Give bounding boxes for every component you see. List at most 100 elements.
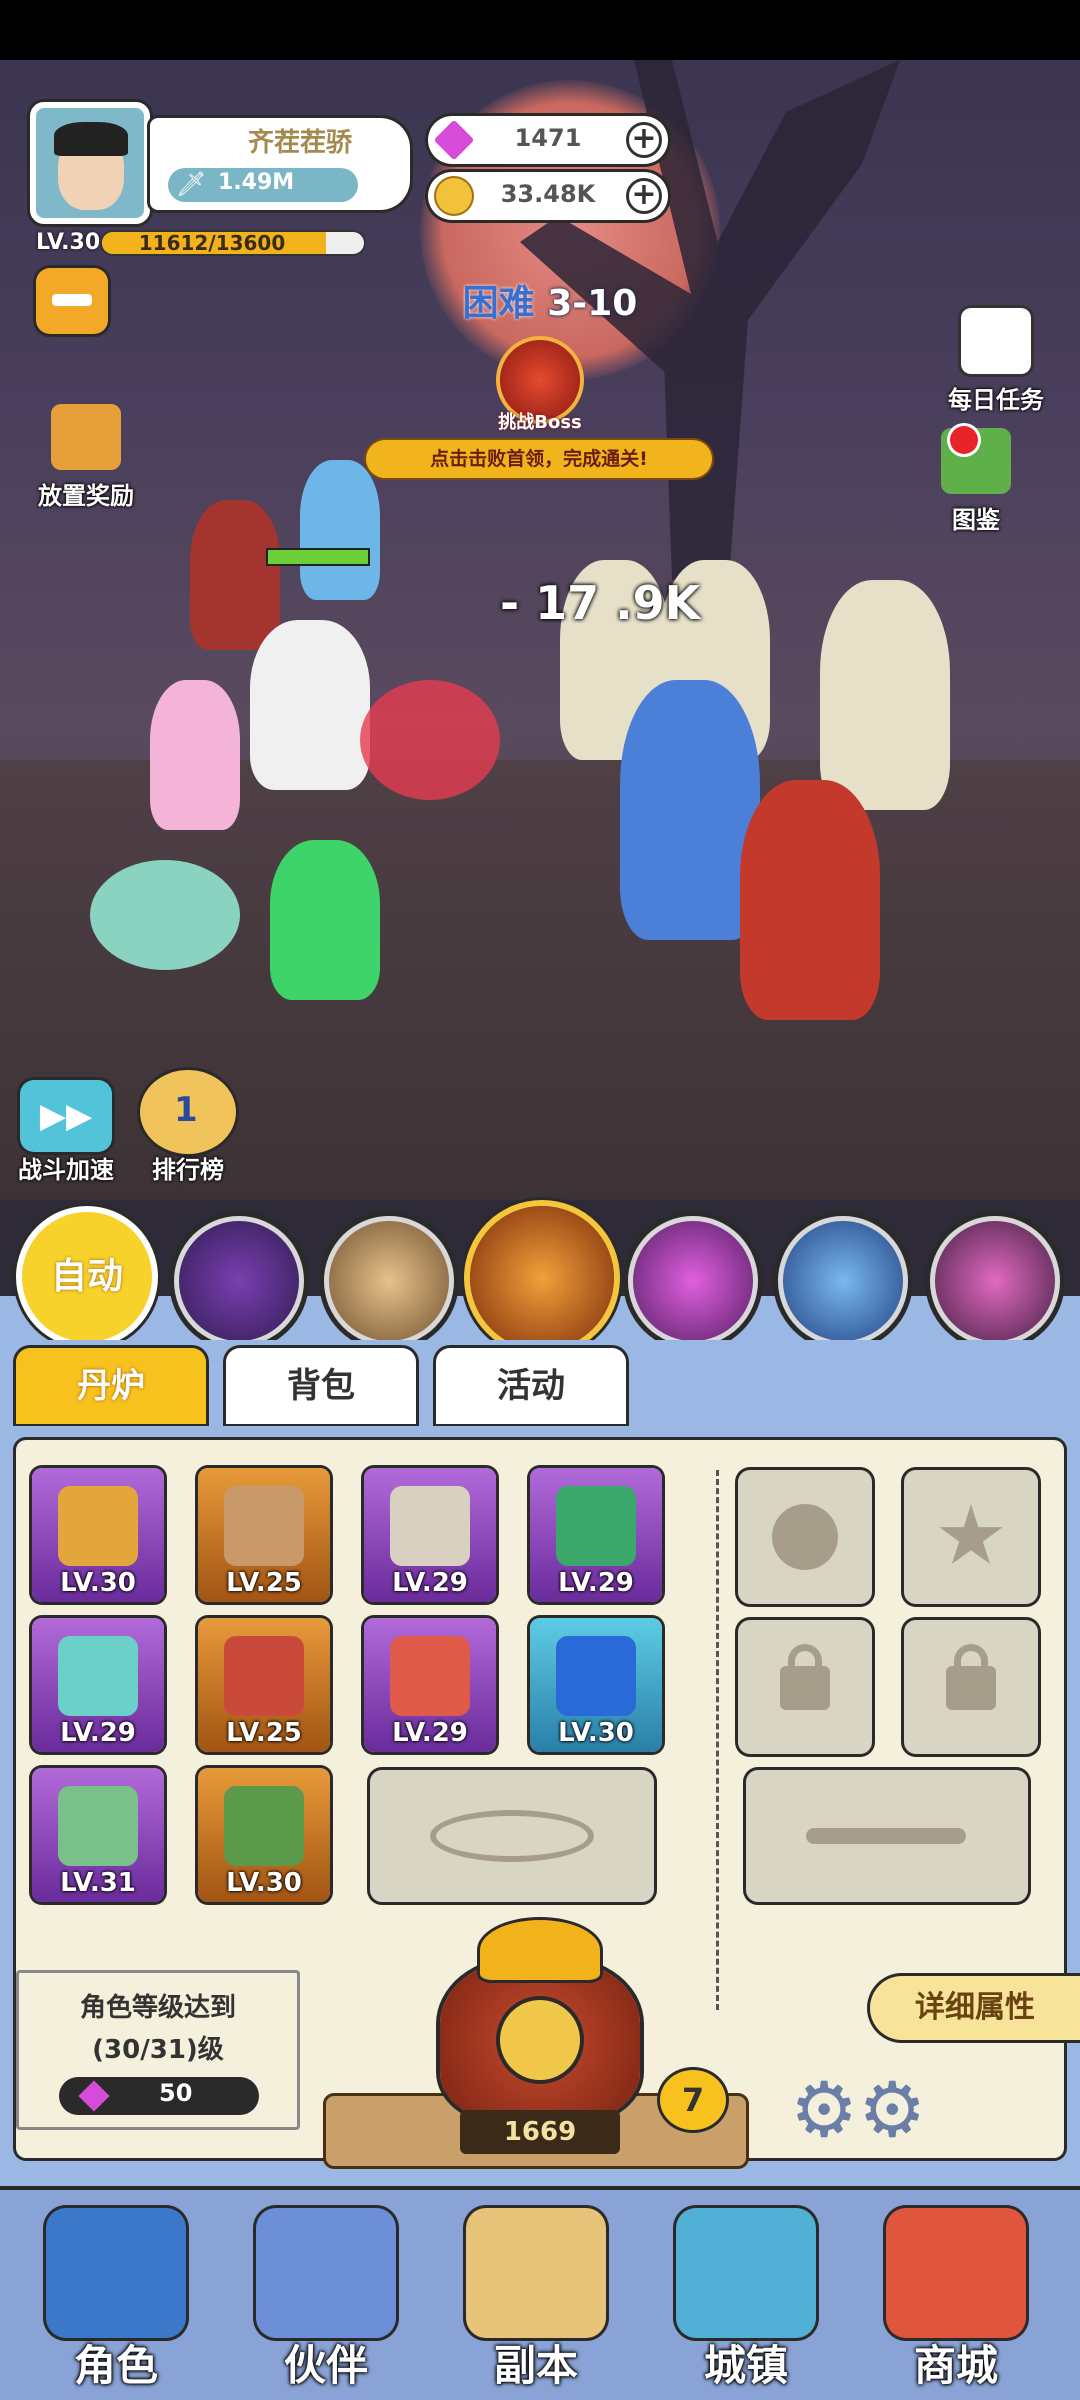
add-gems-button[interactable]: + <box>626 122 662 158</box>
codex-label: 图鉴 <box>952 506 1000 534</box>
nav-dungeon[interactable]: 副本 <box>436 2208 636 2390</box>
skill-vortex-icon[interactable] <box>174 1216 304 1346</box>
scroll-icon <box>224 1486 304 1566</box>
lock-body <box>780 1666 830 1710</box>
unlock-line-2: (30/31)级 <box>92 2035 224 2065</box>
spear-icon <box>58 1486 138 1566</box>
equipment-slot[interactable]: LV.30 <box>32 1468 164 1602</box>
tab-events[interactable]: 活动 <box>436 1348 626 1424</box>
dragon-orb-icon <box>556 1486 636 1566</box>
xp-bar: 11612/13600 <box>102 232 364 254</box>
emblem-icon <box>772 1504 838 1570</box>
nav-label: 伙伴 <box>283 2341 368 2390</box>
ground-decoration <box>0 760 1080 1260</box>
nav-label: 商城 <box>913 2341 998 2390</box>
add-coins-button[interactable]: + <box>626 178 662 214</box>
idle-reward-button[interactable]: 放置奖励 <box>26 404 146 511</box>
equipment-slot[interactable]: LV.29 <box>364 1468 496 1602</box>
stage-hint-banner[interactable]: 点击击败首领，完成通关! <box>366 440 712 478</box>
nav-label: 角色 <box>73 2341 158 2390</box>
unlock-reward-value: 50 <box>159 2079 193 2107</box>
equipment-slot[interactable]: LV.30 <box>198 1768 330 1902</box>
stage-number: 3-10 <box>547 283 638 324</box>
player-name: 齐茬茬骄 <box>247 128 352 158</box>
ally-health-bar <box>268 550 368 564</box>
empty-slot-formation[interactable] <box>370 1770 654 1902</box>
robe-icon <box>390 1486 470 1566</box>
equipment-slot[interactable]: LV.29 <box>364 1618 496 1752</box>
unlock-line-1: 角色等级达到 <box>79 1993 236 2023</box>
pearl-icon <box>556 1636 636 1716</box>
auto-skill-button[interactable]: 自动 <box>22 1212 152 1342</box>
scroll-map-icon <box>466 2208 606 2338</box>
ally-green-aura <box>270 840 380 1000</box>
locked-slot[interactable] <box>904 1620 1038 1754</box>
tab-backpack[interactable]: 背包 <box>226 1348 416 1424</box>
locked-slot[interactable] <box>738 1620 872 1754</box>
skill-comet-icon[interactable] <box>778 1216 908 1346</box>
equipment-slot[interactable]: LV.25 <box>198 1468 330 1602</box>
nav-town[interactable]: 城镇 <box>646 2208 846 2390</box>
ally-warrior <box>190 500 280 650</box>
nav-shop[interactable]: 商城 <box>856 2208 1056 2390</box>
collapse-button[interactable] <box>36 268 108 334</box>
shield-icon <box>224 1636 304 1716</box>
lock-body <box>946 1666 996 1710</box>
stage-title: 困难 3-10 <box>440 274 660 326</box>
equipment-level: LV.25 <box>226 1568 302 1598</box>
settings-gear-icon[interactable]: ⚙⚙ <box>790 2068 926 2152</box>
battle-speed-label: 战斗加速 <box>18 1156 114 1184</box>
detail-attributes-button[interactable]: 详细属性 <box>870 1976 1080 2040</box>
clipboard-icon <box>961 308 1031 374</box>
skill-lightning-icon[interactable] <box>628 1216 758 1346</box>
empty-slot-weapon[interactable] <box>746 1770 1028 1902</box>
equipment-level: LV.30 <box>226 1868 302 1898</box>
combat-power-value: 1.49M <box>218 170 295 195</box>
equipment-slot[interactable]: LV.30 <box>530 1618 662 1752</box>
sword-icon <box>58 1636 138 1716</box>
furnace-emblem-icon <box>500 2000 580 2080</box>
star-icon <box>939 1504 1003 1565</box>
panel-divider <box>716 1470 719 2010</box>
panel-tabs: 丹炉 背包 活动 <box>0 1340 1080 1430</box>
ally-bunny-girl <box>300 460 380 600</box>
idle-reward-label: 放置奖励 <box>38 482 134 510</box>
avatar-hair <box>54 122 128 156</box>
coin-icon <box>436 178 472 214</box>
ally-butterfly-pet <box>90 860 240 970</box>
furnace-lid <box>480 1920 600 1980</box>
equipment-slot[interactable]: LV.29 <box>32 1618 164 1752</box>
empty-slot-star[interactable] <box>904 1470 1038 1604</box>
slash-effect <box>360 680 500 800</box>
equipment-slot[interactable]: LV.25 <box>198 1618 330 1752</box>
town-pagoda-icon <box>676 2208 816 2338</box>
nav-character[interactable]: 角色 <box>16 2208 216 2390</box>
gem-icon <box>433 119 475 161</box>
battle-speed-button[interactable]: ▶▶ <box>20 1080 112 1152</box>
equipment-level: LV.29 <box>392 1718 468 1748</box>
player-avatar[interactable] <box>30 102 150 224</box>
daily-task-button[interactable]: 每日任务 <box>936 308 1056 415</box>
tab-alchemy[interactable]: 丹炉 <box>16 1348 206 1424</box>
furnace-level-badge[interactable]: 7 <box>660 2070 726 2130</box>
equipment-slot[interactable]: LV.29 <box>530 1468 662 1602</box>
player-level: LV.30 <box>36 230 101 255</box>
skill-phoenix-icon[interactable] <box>470 1206 614 1350</box>
skill-explosion-icon[interactable] <box>324 1216 454 1346</box>
shop-building-icon <box>886 2208 1026 2338</box>
equipment-level: LV.30 <box>558 1718 634 1748</box>
equipment-level: LV.29 <box>392 1568 468 1598</box>
enemy-blue-swordsman <box>620 680 760 940</box>
ranking-button[interactable]: 1 <box>140 1070 236 1154</box>
empty-slot-emblem[interactable] <box>738 1470 872 1604</box>
notification-dot <box>950 426 978 454</box>
nav-label: 城镇 <box>703 2341 788 2390</box>
nav-partners[interactable]: 伙伴 <box>226 2208 426 2390</box>
enemy-scholar <box>820 580 950 810</box>
skill-spiral-icon[interactable] <box>930 1216 1060 1346</box>
furnace-count: 1669 <box>460 2110 620 2154</box>
ring-icon <box>58 1786 138 1866</box>
equipment-level: LV.29 <box>558 1568 634 1598</box>
equipment-level: LV.30 <box>60 1568 136 1598</box>
equipment-slot[interactable]: LV.31 <box>32 1768 164 1902</box>
